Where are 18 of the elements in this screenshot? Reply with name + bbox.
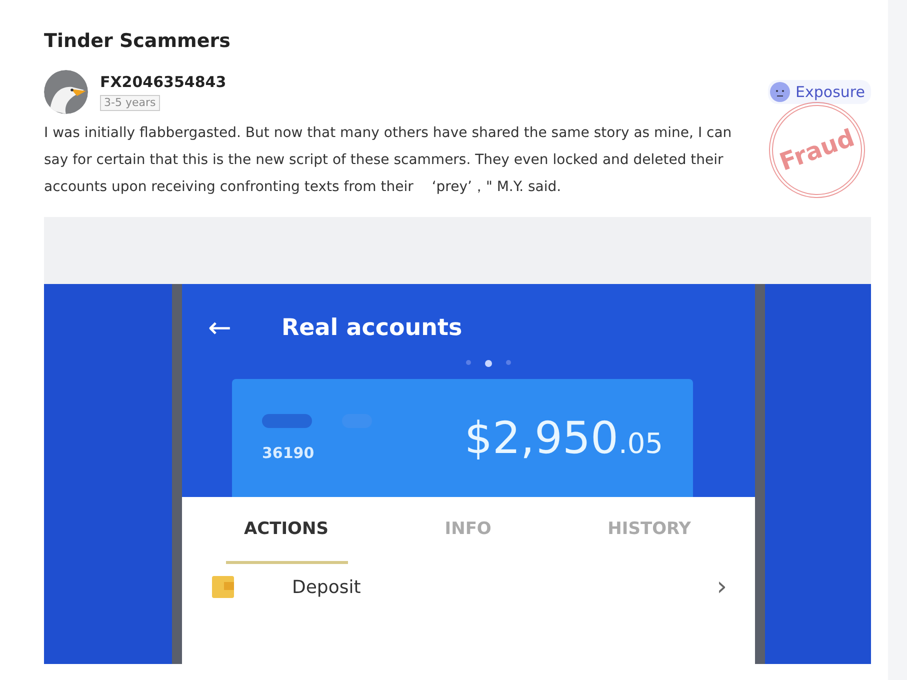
account-chip [262, 414, 312, 428]
pager-dot[interactable] [485, 360, 492, 367]
avatar-icon [44, 70, 88, 114]
tenure-badge: 3-5 years [100, 95, 160, 111]
face-icon [770, 82, 790, 102]
pager-dot[interactable] [506, 360, 511, 365]
chevron-icon: › [716, 572, 727, 602]
post-paragraph: I was initially flabbergasted. But now that many others have shared the same story as mine, I can say for certain that this is the new script of these scammers. They even locked and deleted their accounts upon receiving confronting texts from their ‘prey’，" M.Y. said. [44, 124, 733, 197]
tab[interactable]: ACTIONS [226, 497, 348, 564]
account-number: 36190 [262, 444, 316, 462]
post-title: Tinder Scammers [44, 29, 232, 54]
screen-title: Real accounts [281, 315, 462, 341]
action-row[interactable]: Deposit › [182, 564, 755, 602]
back-arrow[interactable]: ← [208, 314, 232, 342]
balance-amount: $2,950.05 [464, 412, 663, 464]
exposure-tag[interactable]: Exposure [768, 80, 871, 104]
pager-dot[interactable] [466, 360, 471, 365]
author-name[interactable]: FX2046354843 [100, 73, 226, 91]
